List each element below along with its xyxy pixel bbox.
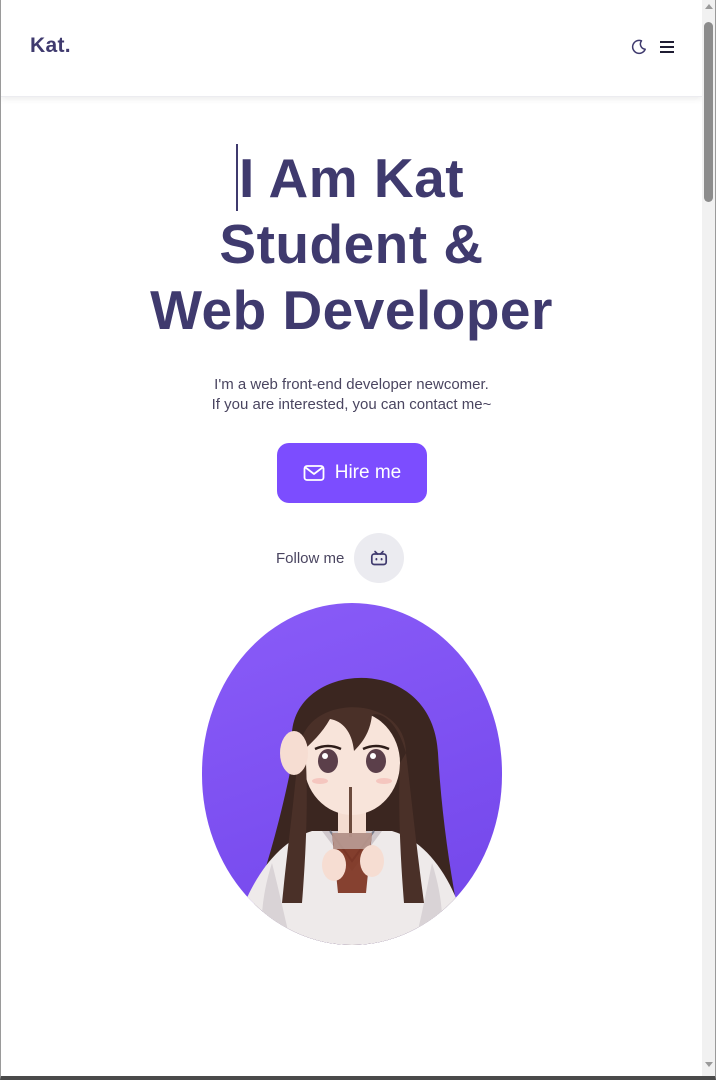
top-navbar: Kat. [1,0,702,97]
follow-label: Follow me [276,549,345,567]
hamburger-menu-icon [660,41,674,53]
hire-me-button[interactable]: Hire me [277,443,427,503]
scroll-down-arrow-icon[interactable] [705,1062,713,1067]
mail-icon [303,465,325,481]
vertical-scrollbar[interactable] [702,0,715,1076]
hero-title: I Am Kat Student & Web Developer [1,145,702,343]
hero-title-line-3: Web Developer [150,279,553,341]
anime-girl-illustration [232,677,470,945]
hero-subtitle-line-1: I'm a web front-end developer newcomer. [214,376,489,393]
typing-cursor [236,144,238,211]
header-actions [629,37,677,57]
hero-subtitle-line-2: If you are interested, you can contact m… [211,396,492,413]
hero-title-line-2: Student & [219,213,484,275]
site-logo[interactable]: Kat. [30,34,71,58]
theme-toggle-button[interactable] [629,37,649,57]
menu-button[interactable] [657,37,677,57]
hero-title-line-1: I Am Kat [238,147,465,209]
moon-icon [631,39,646,55]
bilibili-link-button[interactable] [354,533,405,583]
scroll-up-arrow-icon[interactable] [705,4,713,9]
page-frame: Kat. I Am Kat Student & Web Developer I'… [0,0,716,1080]
hero-subtitle: I'm a web front-end developer newcomer. … [1,375,702,415]
bilibili-icon [371,550,388,566]
hire-me-label: Hire me [334,462,402,483]
profile-avatar [202,603,502,945]
follow-section: Follow me [276,533,405,583]
scrollbar-thumb[interactable] [704,22,713,202]
